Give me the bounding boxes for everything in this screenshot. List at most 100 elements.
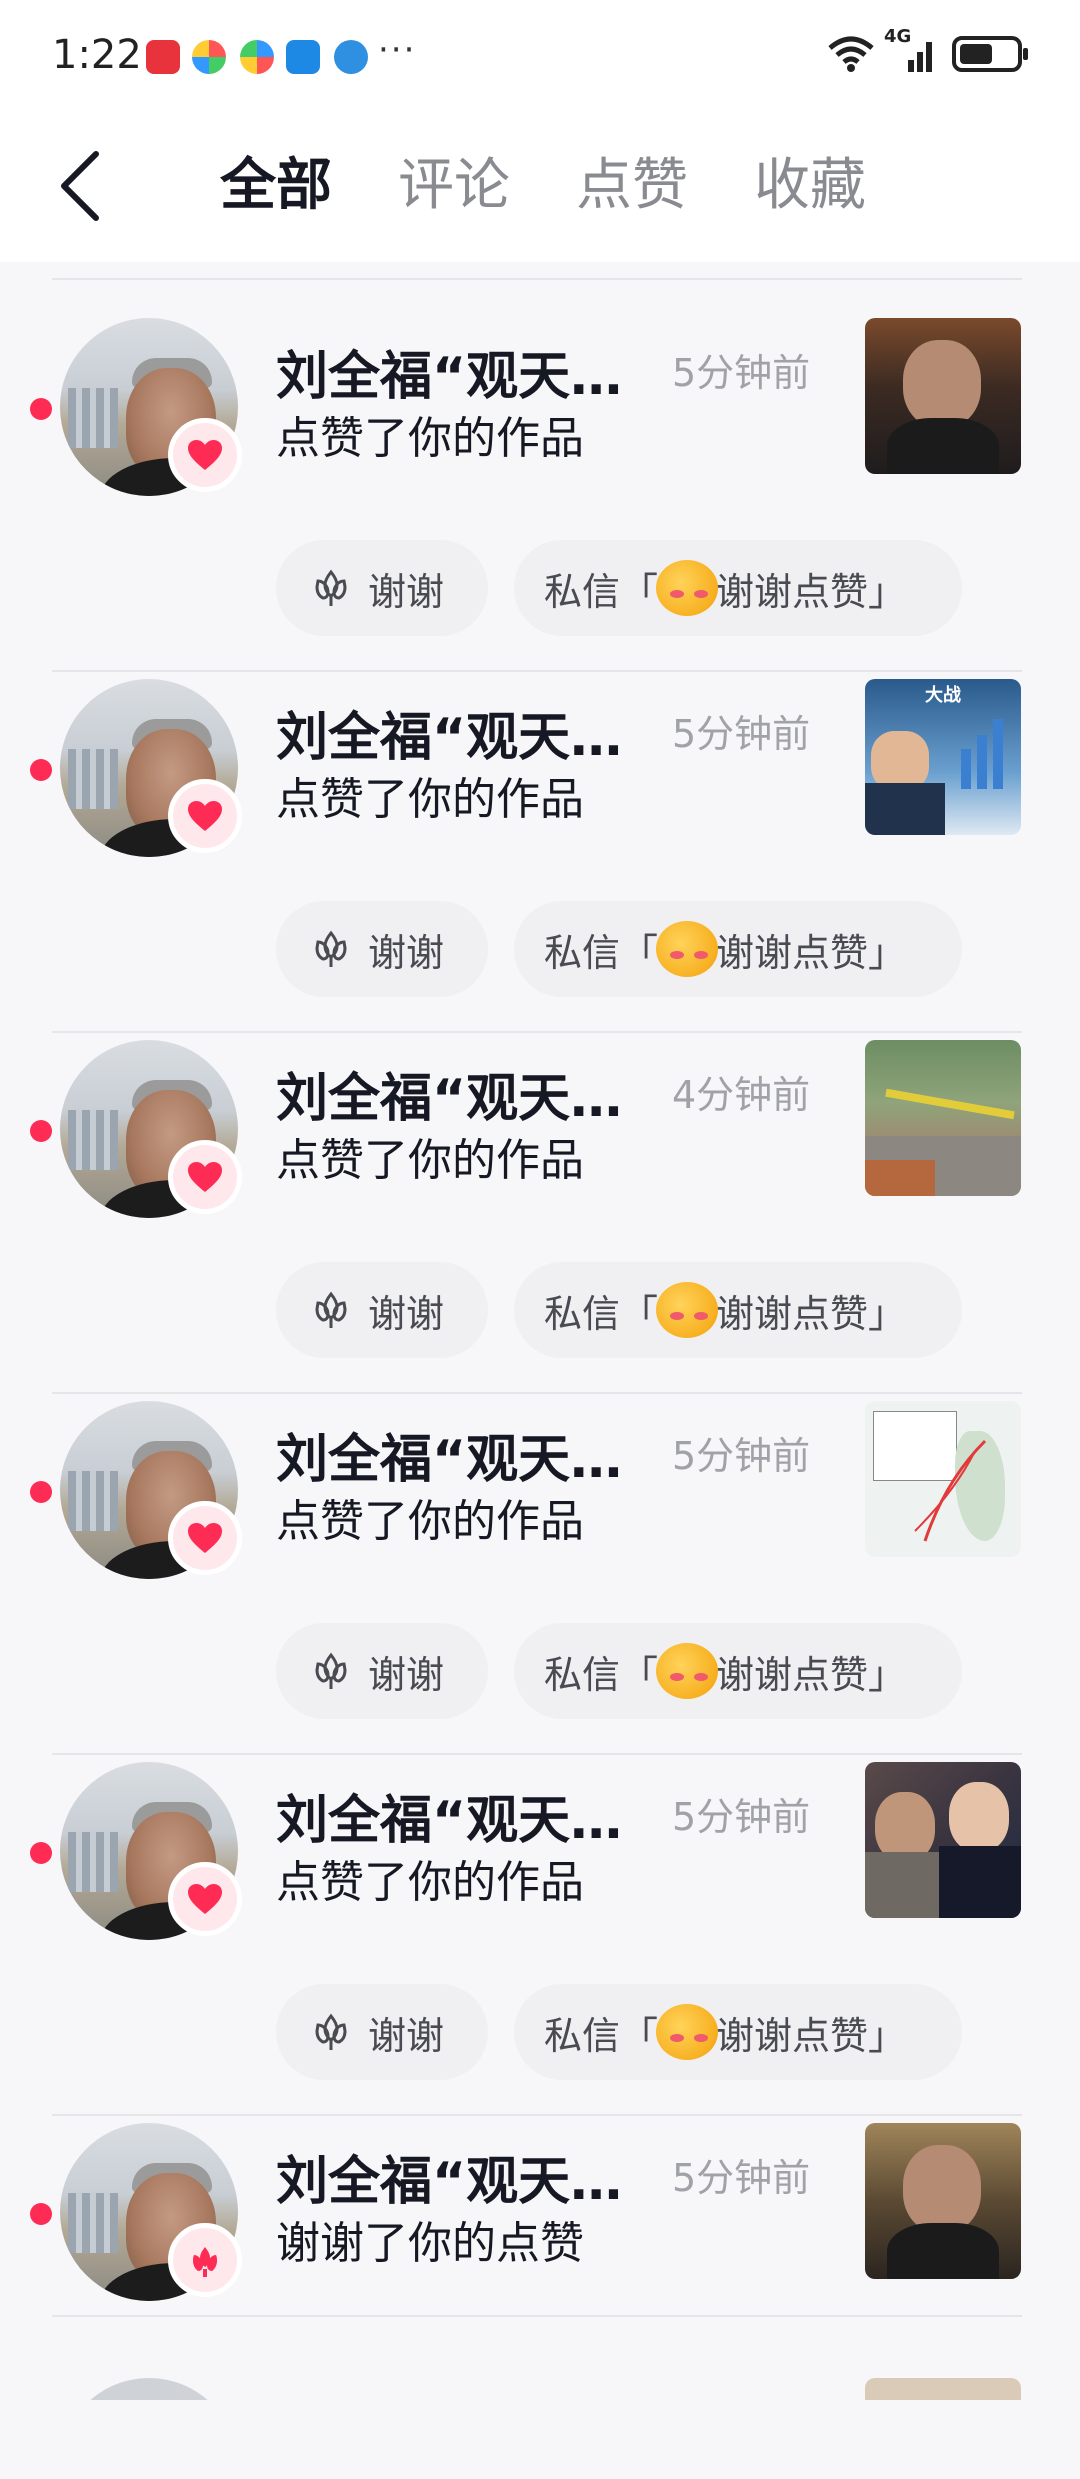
user-name[interactable]: 刘全福“观天… [276, 1417, 622, 1492]
app-icon [192, 40, 226, 74]
divider [52, 2114, 1022, 2116]
notification-item[interactable]: 刘全福“观天… 5分钟前点赞了你的作品谢谢 私信「 谢谢点赞」 [0, 1758, 1080, 2118]
notification-text: 点赞了你的作品 [276, 1135, 584, 1186]
unread-dot [30, 1842, 52, 1864]
blush-emoji-icon [656, 560, 719, 616]
heart-icon [168, 418, 242, 492]
app-icon [240, 40, 274, 74]
timestamp: 5分钟前 [672, 2156, 811, 2200]
back-arrow-icon[interactable] [50, 146, 120, 226]
dm-prefix: 私信「 [544, 930, 659, 975]
unread-dot [30, 2203, 52, 2225]
flower-icon [315, 1652, 347, 1689]
dm-suffix: 谢谢点赞」 [716, 1652, 907, 1697]
cellular-signal-icon: 4G [884, 26, 938, 74]
dm-suffix: 谢谢点赞」 [716, 1291, 907, 1336]
partial-list-item [0, 2336, 1080, 2400]
blush-emoji-icon [656, 1643, 719, 1699]
dm-suffix: 谢谢点赞」 [716, 930, 907, 975]
divider [52, 278, 1022, 280]
user-name[interactable]: 刘全福“观天… [276, 2139, 622, 2214]
tab-all[interactable]: 全部 [220, 146, 332, 226]
timestamp: 5分钟前 [672, 1434, 811, 1478]
unread-dot [30, 1481, 52, 1503]
flower-icon [168, 2223, 242, 2297]
divider [52, 1031, 1022, 1033]
user-name[interactable]: 刘全福“观天… [276, 334, 622, 409]
divider [52, 2315, 1022, 2317]
notification-text: 谢谢了你的点赞 [276, 2218, 584, 2269]
thanks-label: 谢谢 [368, 1652, 445, 1697]
heart-icon [168, 1862, 242, 1936]
dm-prefix: 私信「 [544, 1652, 659, 1697]
heart-icon [168, 1501, 242, 1575]
search-app-icon [286, 40, 320, 74]
notification-item[interactable]: 刘全福“观天… 5分钟前点赞了你的作品谢谢 私信「 谢谢点赞」 [0, 314, 1080, 674]
notification-item[interactable]: 刘全福“观天… 4分钟前点赞了你的作品谢谢 私信「 谢谢点赞」 [0, 1036, 1080, 1396]
quick-dm-button[interactable]: 私信「 谢谢点赞」 [514, 1984, 962, 2080]
dm-prefix: 私信「 [544, 1291, 659, 1336]
thanks-button[interactable]: 谢谢 [276, 1262, 488, 1358]
blush-emoji-icon [656, 2004, 719, 2060]
timestamp: 5分钟前 [672, 712, 811, 756]
heart-icon [168, 779, 242, 853]
video-thumbnail[interactable] [865, 1401, 1021, 1557]
notification-item[interactable]: 刘全福“观天… 5分钟前 点赞了你的作品 大战 谢谢 私信「 谢谢点赞」 [0, 675, 1080, 1035]
user-name[interactable]: 刘全福“观天… [276, 695, 622, 770]
dm-suffix: 谢谢点赞」 [716, 2013, 907, 2058]
quick-dm-button[interactable]: 私信「 谢谢点赞」 [514, 540, 962, 636]
user-name[interactable]: 刘全福“观天… [276, 1778, 622, 1853]
thanks-label: 谢谢 [368, 569, 445, 614]
user-name[interactable]: 刘全福“观天… [276, 1056, 622, 1131]
dm-prefix: 私信「 [544, 569, 659, 614]
thanks-button[interactable]: 谢谢 [276, 1623, 488, 1719]
heart-icon [168, 1140, 242, 1214]
tab-favorites[interactable]: 收藏 [754, 146, 866, 226]
thanks-label: 谢谢 [368, 930, 445, 975]
thumb-caption: 大战 [925, 685, 961, 706]
status-bar: 1:22 ··· 4G [0, 0, 1080, 110]
avatar [60, 2378, 238, 2400]
dm-prefix: 私信「 [544, 2013, 659, 2058]
blush-emoji-icon [656, 921, 719, 977]
wifi-icon [828, 36, 874, 72]
flower-icon [315, 1291, 347, 1328]
video-thumbnail[interactable] [865, 2123, 1021, 2279]
tab-bar: 全部 评论 点赞 收藏 [220, 146, 932, 226]
quick-dm-button[interactable]: 私信「 谢谢点赞」 [514, 901, 962, 997]
video-thumbnail[interactable] [865, 1040, 1021, 1196]
blush-emoji-icon [656, 1282, 719, 1338]
tab-likes[interactable]: 点赞 [576, 146, 688, 226]
thanks-button[interactable]: 谢谢 [276, 540, 488, 636]
divider [52, 1753, 1022, 1755]
tab-comments[interactable]: 评论 [398, 146, 510, 226]
more-notifications-icon: ··· [378, 30, 417, 70]
video-thumbnail[interactable]: 大战 [865, 679, 1021, 835]
notification-item[interactable]: 刘全福“观天… 5分钟前 点赞了你的作品 谢谢 私信「 谢谢点赞」 [0, 1397, 1080, 1757]
thanks-button[interactable]: 谢谢 [276, 1984, 488, 2080]
battery-icon [952, 36, 1028, 72]
timestamp: 4分钟前 [672, 1073, 811, 1117]
notification-text: 点赞了你的作品 [276, 1857, 584, 1908]
thanks-button[interactable]: 谢谢 [276, 901, 488, 997]
quick-dm-button[interactable]: 私信「 谢谢点赞」 [514, 1623, 962, 1719]
unread-dot [30, 398, 52, 420]
unread-dot [30, 759, 52, 781]
status-time: 1:22 [52, 32, 142, 78]
timestamp: 5分钟前 [672, 351, 811, 395]
divider [52, 670, 1022, 672]
notification-item[interactable]: 刘全福“观天… 5分钟前谢谢了你的点赞 [0, 2119, 1080, 2479]
flower-icon [315, 930, 347, 967]
video-thumbnail[interactable] [865, 1762, 1021, 1918]
video-thumbnail [865, 2378, 1021, 2400]
flower-icon [315, 569, 347, 606]
notification-text: 点赞了你的作品 [276, 413, 584, 464]
notification-header: 全部 评论 点赞 收藏 [0, 110, 1080, 262]
dm-suffix: 谢谢点赞」 [716, 569, 907, 614]
timestamp: 5分钟前 [672, 1795, 811, 1839]
quick-dm-button[interactable]: 私信「 谢谢点赞」 [514, 1262, 962, 1358]
unread-dot [30, 1120, 52, 1142]
video-thumbnail[interactable] [865, 318, 1021, 474]
divider [52, 1392, 1022, 1394]
thanks-label: 谢谢 [368, 1291, 445, 1336]
